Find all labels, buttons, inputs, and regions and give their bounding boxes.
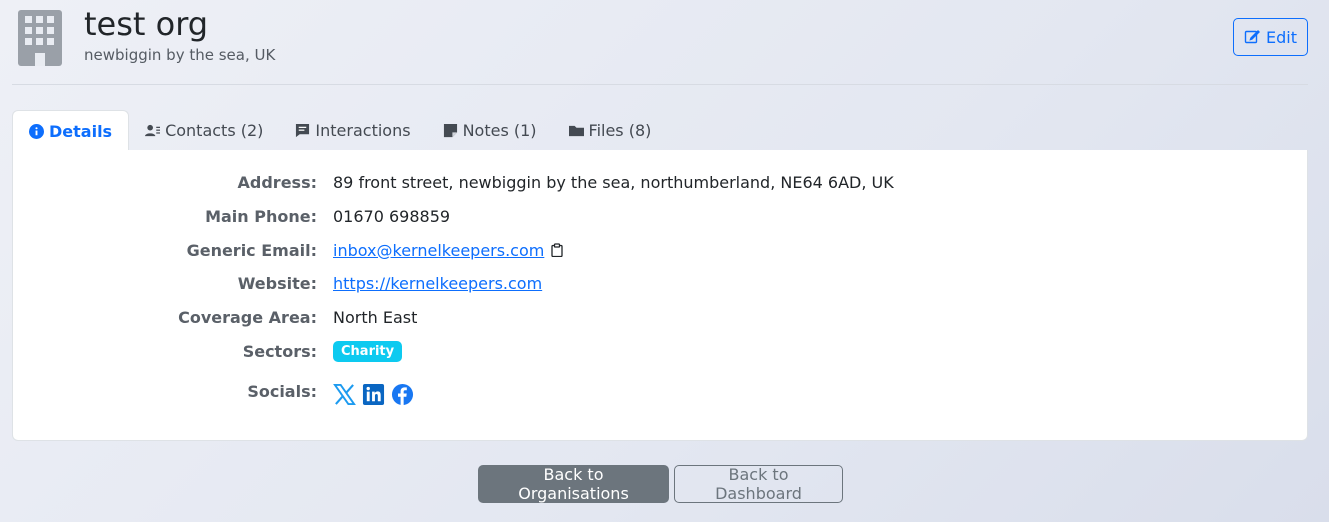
page-header: test org newbiggin by the sea, UK Edit (0, 0, 1329, 86)
socials-label: Socials: (247, 381, 317, 401)
edit-icon (1244, 30, 1260, 44)
details-panel: Address: 89 front street, newbiggin by t… (12, 150, 1308, 441)
website-link[interactable]: https://kernelkeepers.com (333, 274, 542, 293)
tab-files[interactable]: Files (8) (553, 110, 668, 150)
sectors-value: Charity (333, 340, 403, 362)
tab-bar: Details Contacts (2) Interactions Notes … (12, 110, 668, 151)
back-to-dashboard-button[interactable]: Back to Dashboard (674, 465, 843, 503)
coverage-value: North East (333, 307, 418, 327)
tab-label: Notes (1) (462, 120, 537, 140)
sector-badge: Charity (333, 340, 403, 362)
folder-icon (568, 125, 584, 136)
address-value: 89 front street, newbiggin by the sea, n… (333, 172, 894, 192)
phone-row: Main Phone: 01670 698859 (13, 204, 1309, 228)
contacts-icon (145, 124, 161, 136)
phone-label: Main Phone: (205, 206, 317, 226)
email-label: Generic Email: (186, 240, 317, 260)
building-icon (18, 10, 62, 66)
website-label: Website: (237, 273, 317, 293)
tab-label: Files (8) (588, 120, 652, 140)
coverage-row: Coverage Area: North East (13, 305, 1309, 329)
linkedin-icon[interactable] (362, 383, 385, 406)
edit-label: Edit (1266, 27, 1297, 47)
tab-contacts[interactable]: Contacts (2) (129, 110, 279, 150)
facebook-icon[interactable] (391, 383, 414, 406)
coverage-label: Coverage Area: (178, 307, 317, 327)
tab-details[interactable]: Details (12, 110, 130, 151)
edit-button[interactable]: Edit (1233, 18, 1308, 56)
address-label: Address: (237, 172, 317, 192)
socials-row: Socials: (13, 377, 1309, 406)
tab-label: Contacts (2) (165, 120, 264, 140)
note-icon (443, 123, 457, 137)
email-value: inbox@kernelkeepers.com (333, 241, 564, 260)
org-location: newbiggin by the sea, UK (84, 46, 276, 64)
chat-icon (296, 123, 310, 137)
tab-label: Interactions (315, 120, 411, 140)
sectors-row: Sectors: Charity (13, 339, 1309, 363)
website-row: Website: https://kernelkeepers.com (13, 271, 1309, 295)
page-actions: Back to Organisations Back to Dashboard (478, 465, 843, 503)
header-divider (12, 84, 1308, 85)
phone-value: 01670 698859 (333, 206, 451, 226)
clipboard-icon[interactable] (550, 243, 564, 257)
email-row: Generic Email: inbox@kernelkeepers.com (13, 238, 1309, 262)
back-to-organisations-button[interactable]: Back to Organisations (478, 465, 669, 503)
tab-notes[interactable]: Notes (1) (427, 110, 553, 150)
address-row: Address: 89 front street, newbiggin by t… (13, 170, 1309, 194)
sectors-label: Sectors: (242, 341, 317, 361)
x-icon[interactable] (333, 383, 356, 406)
tab-interactions[interactable]: Interactions (279, 110, 426, 150)
info-icon (29, 123, 44, 139)
website-value: https://kernelkeepers.com (333, 274, 542, 293)
page-title: test org (84, 5, 209, 43)
socials-value (333, 377, 414, 406)
tab-label: Details (49, 121, 113, 141)
email-link[interactable]: inbox@kernelkeepers.com (333, 241, 544, 260)
